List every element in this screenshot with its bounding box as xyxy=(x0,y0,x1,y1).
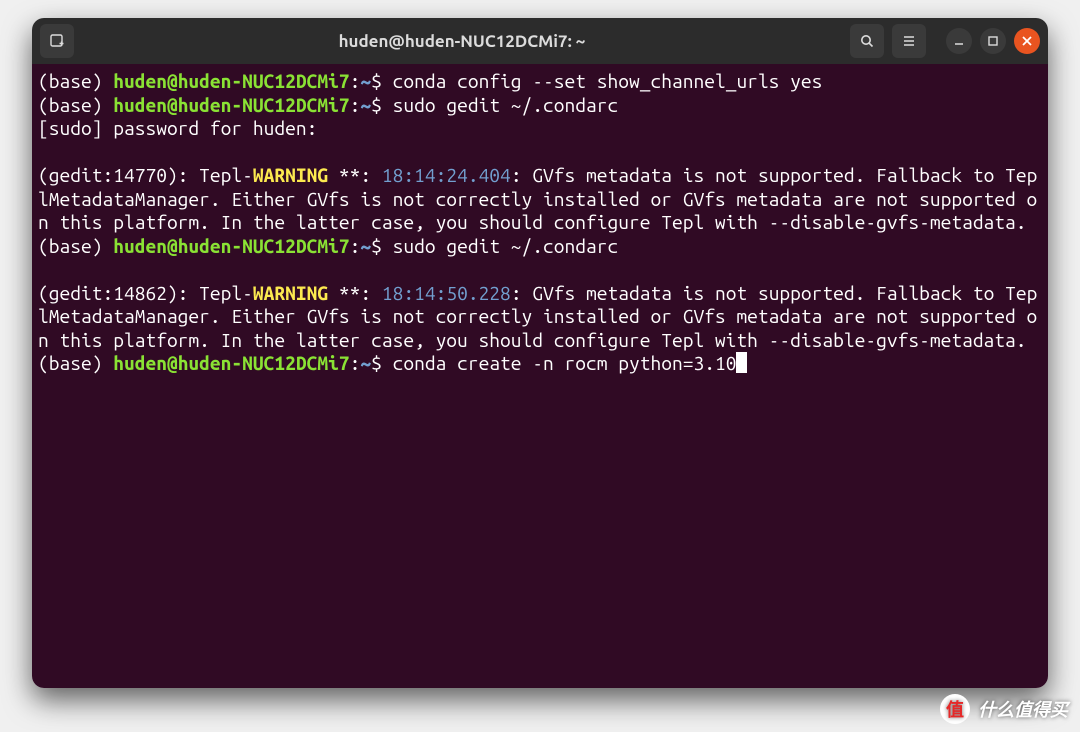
warning-timestamp: 18:14:50.228 xyxy=(382,282,511,304)
warning-prefix: (gedit:14770): Tepl- xyxy=(38,164,253,186)
warning-label: WARNING xyxy=(253,282,328,304)
minimize-button[interactable] xyxy=(946,28,972,54)
warning-timestamp: 18:14:24.404 xyxy=(382,164,511,186)
command-text: sudo gedit ~/.condarc xyxy=(393,94,619,116)
terminal-window: huden@huden-NUC12DCMi7: ~ xyxy=(32,18,1048,688)
warning-prefix: (gedit:14862): Tepl- xyxy=(38,282,253,304)
hamburger-icon xyxy=(901,33,917,49)
watermark-text: 什么值得买 xyxy=(978,696,1068,722)
prompt-path: ~ xyxy=(360,70,371,92)
window-title: huden@huden-NUC12DCMi7: ~ xyxy=(74,32,850,51)
maximize-icon xyxy=(985,33,1001,49)
watermark: 值 什么值得买 xyxy=(940,694,1068,724)
minimize-icon xyxy=(951,33,967,49)
close-button[interactable] xyxy=(1014,28,1040,54)
prompt-userhost: huden@huden-NUC12DCMi7 xyxy=(113,70,349,92)
new-tab-icon xyxy=(49,33,65,49)
command-text: sudo gedit ~/.condarc xyxy=(393,235,619,257)
menu-button[interactable] xyxy=(892,24,926,58)
titlebar: huden@huden-NUC12DCMi7: ~ xyxy=(32,18,1048,64)
maximize-button[interactable] xyxy=(980,28,1006,54)
sudo-prompt-text: [sudo] password for huden: xyxy=(38,117,328,139)
command-text: conda create -n rocm python=3.10 xyxy=(393,352,737,374)
new-tab-button[interactable] xyxy=(40,24,74,58)
text-cursor xyxy=(736,352,747,373)
warning-label: WARNING xyxy=(253,164,328,186)
search-button[interactable] xyxy=(850,24,884,58)
command-text: conda config --set show_channel_urls yes xyxy=(393,70,823,92)
close-icon xyxy=(1019,33,1035,49)
search-icon xyxy=(859,33,875,49)
prompt-env: (base) xyxy=(38,70,113,92)
terminal-body[interactable]: (base) huden@huden-NUC12DCMi7:~$ conda c… xyxy=(32,64,1048,688)
watermark-badge-icon: 值 xyxy=(940,694,970,724)
